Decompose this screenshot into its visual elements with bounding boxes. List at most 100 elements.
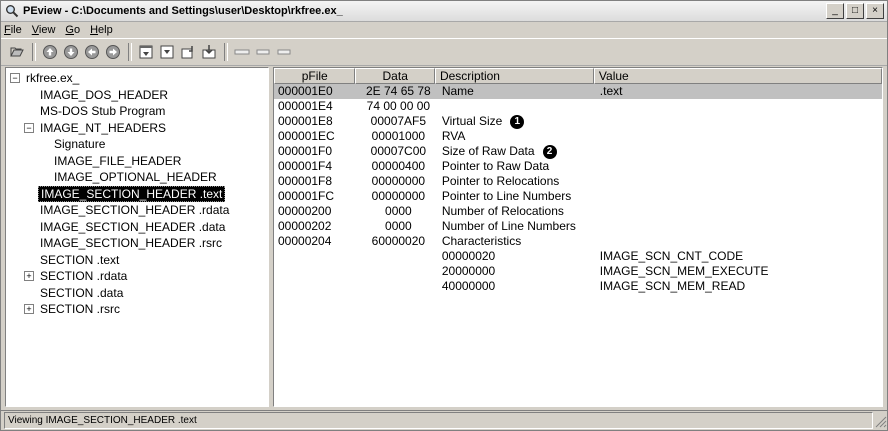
cell-pfile: 000001F0 bbox=[274, 144, 359, 159]
cell-pfile: 000001F4 bbox=[274, 159, 359, 174]
tree-node-label: IMAGE_OPTIONAL_HEADER bbox=[54, 170, 217, 184]
tree-node-label: IMAGE_DOS_HEADER bbox=[40, 87, 169, 102]
view-down-button[interactable] bbox=[136, 43, 156, 61]
cell-value-text: IMAGE_SCN_CNT_CODE bbox=[599, 249, 744, 263]
tree-node[interactable]: IMAGE_SECTION_HEADER .data bbox=[38, 219, 227, 235]
tree-node-label: SECTION .rsrc bbox=[40, 302, 120, 316]
arrow-up-circle-icon bbox=[43, 45, 57, 59]
table-row[interactable]: 00000200 0000 Number of Relocations bbox=[274, 204, 882, 219]
resize-grip-icon[interactable] bbox=[873, 414, 887, 428]
table-row[interactable]: 000001E8 00007AF5 Virtual Size 1 bbox=[274, 114, 882, 129]
close-button[interactable]: × bbox=[866, 3, 884, 19]
toolbar-separator bbox=[32, 43, 36, 61]
tree-node[interactable]: IMAGE_DOS_HEADER bbox=[38, 87, 170, 103]
cell-data: 00007AF5 bbox=[359, 114, 438, 129]
cell-pfile-text: 000001F0 bbox=[278, 144, 333, 158]
table-row[interactable]: 00000020 IMAGE_SCN_CNT_CODE bbox=[274, 249, 882, 264]
cell-pfile: 000001F8 bbox=[274, 174, 359, 189]
table-row[interactable]: 000001EC 00001000 RVA bbox=[274, 129, 882, 144]
tree-node[interactable]: IMAGE_SECTION_HEADER .text bbox=[38, 185, 226, 202]
structure-tree[interactable]: − rkfree.ex_ IMAGE_DOS_HEADER MS-DOS Stub P… bbox=[5, 67, 269, 407]
tree-node[interactable]: SECTION .data bbox=[38, 285, 125, 301]
cell-description: Number of Relocations bbox=[438, 204, 596, 219]
open-file-button[interactable] bbox=[7, 43, 27, 61]
cell-value bbox=[596, 234, 882, 249]
tree-node[interactable]: IMAGE_SECTION_HEADER .rsrc bbox=[38, 235, 224, 251]
view-export-button[interactable] bbox=[199, 43, 219, 61]
cell-value: IMAGE_SCN_MEM_EXECUTE bbox=[596, 264, 882, 279]
tree-expander-icon[interactable]: − bbox=[10, 73, 20, 83]
cell-value: IMAGE_SCN_MEM_READ bbox=[596, 279, 882, 294]
tree-node[interactable]: IMAGE_SECTION_HEADER .rdata bbox=[38, 202, 231, 218]
tree-node[interactable]: IMAGE_FILE_HEADER bbox=[52, 153, 183, 169]
nav-forward-button[interactable] bbox=[103, 43, 123, 61]
table-row[interactable]: 000001E4 74 00 00 00 bbox=[274, 99, 882, 114]
arrow-down-circle-icon bbox=[64, 45, 78, 59]
cell-description: Size of Raw Data 2 bbox=[438, 144, 596, 159]
tree-expander-icon[interactable]: + bbox=[24, 304, 34, 314]
cell-description-text: Characteristics bbox=[441, 234, 522, 248]
minimize-icon: _ bbox=[832, 5, 838, 16]
cell-description: Pointer to Line Numbers bbox=[438, 189, 596, 204]
tree-node[interactable]: SECTION .text bbox=[38, 252, 121, 268]
cell-pfile-text: 000001EC bbox=[278, 129, 335, 143]
tree-node[interactable]: + SECTION .rdata bbox=[24, 268, 129, 284]
nav-down-button[interactable] bbox=[61, 43, 81, 61]
details-view-icon bbox=[277, 49, 291, 55]
cell-value bbox=[596, 99, 882, 114]
cell-pfile-text: 000001FC bbox=[278, 189, 335, 203]
table-row[interactable]: 000001FC 00000000 Pointer to Line Numbers bbox=[274, 189, 882, 204]
cell-pfile: 000001E0 bbox=[274, 84, 359, 99]
maximize-button[interactable]: □ bbox=[846, 3, 864, 19]
tree-node[interactable]: − IMAGE_NT_HEADERS bbox=[24, 120, 168, 136]
cell-data: 00000000 bbox=[359, 174, 438, 189]
menu-file[interactable]: File bbox=[4, 24, 22, 36]
view-import-button[interactable] bbox=[178, 43, 198, 61]
tree-expander-icon[interactable]: − bbox=[24, 122, 34, 133]
menu-help[interactable]: Help bbox=[90, 24, 113, 36]
view-hex-button[interactable] bbox=[232, 43, 252, 61]
menu-go-label: o bbox=[73, 24, 81, 36]
tree-node[interactable]: − rkfree.ex_ bbox=[10, 70, 81, 86]
column-header-pfile[interactable]: pFile bbox=[274, 68, 356, 84]
column-header-description[interactable]: Description bbox=[434, 68, 594, 84]
view-expand-button[interactable] bbox=[157, 43, 177, 61]
table-row[interactable]: 000001F0 00007C00 Size of Raw Data 2 bbox=[274, 144, 882, 159]
table-row[interactable]: 000001F8 00000000 Pointer to Relocations bbox=[274, 174, 882, 189]
cell-data-text: 00000400 bbox=[371, 159, 426, 173]
cell-value bbox=[596, 189, 882, 204]
tree-expander-icon[interactable]: + bbox=[24, 271, 34, 281]
tree-node[interactable]: IMAGE_OPTIONAL_HEADER bbox=[52, 169, 219, 185]
column-header-data[interactable]: Data bbox=[355, 68, 435, 84]
nav-up-button[interactable] bbox=[40, 43, 60, 61]
cell-description-text: RVA bbox=[441, 129, 466, 143]
nav-back-button[interactable] bbox=[82, 43, 102, 61]
cell-pfile-text: 000001E4 bbox=[278, 99, 333, 113]
menu-go[interactable]: Go bbox=[65, 24, 80, 36]
table-row[interactable]: 00000204 60000020 Characteristics bbox=[274, 234, 882, 249]
table-row[interactable]: 00000202 0000 Number of Line Numbers bbox=[274, 219, 882, 234]
tree-node[interactable]: Signature bbox=[52, 136, 107, 152]
table-row[interactable]: 40000000 IMAGE_SCN_MEM_READ bbox=[274, 279, 882, 294]
view-details-button[interactable] bbox=[274, 43, 294, 61]
table-row[interactable]: 000001E0 2E 74 65 78 Name .text bbox=[274, 84, 882, 99]
cell-pfile: 000001E8 bbox=[274, 114, 359, 129]
tree-node[interactable]: MS-DOS Stub Program bbox=[38, 103, 167, 119]
minimize-button[interactable]: _ bbox=[826, 3, 844, 19]
column-header-value[interactable]: Value bbox=[593, 68, 882, 84]
cell-description-text: Pointer to Line Numbers bbox=[441, 189, 572, 203]
cell-pfile-text: 000001F4 bbox=[278, 159, 333, 173]
table-row[interactable]: 20000000 IMAGE_SCN_MEM_EXECUTE bbox=[274, 264, 882, 279]
cell-data-text: 2E 74 65 78 bbox=[366, 84, 431, 98]
window-title: PEview - C:\Documents and Settings\user\… bbox=[23, 5, 343, 17]
menu-view[interactable]: View bbox=[32, 24, 56, 36]
tree-node[interactable]: + SECTION .rsrc bbox=[24, 301, 122, 317]
table-row[interactable]: 000001F4 00000400 Pointer to Raw Data bbox=[274, 159, 882, 174]
cell-data: 0000 bbox=[359, 204, 438, 219]
cell-value-text: .text bbox=[599, 84, 623, 98]
cell-value bbox=[596, 174, 882, 189]
cell-description: Characteristics bbox=[438, 234, 596, 249]
cell-pfile bbox=[274, 264, 359, 279]
view-value-button[interactable] bbox=[253, 43, 273, 61]
status-bar: Viewing IMAGE_SECTION_HEADER .text bbox=[1, 410, 887, 430]
